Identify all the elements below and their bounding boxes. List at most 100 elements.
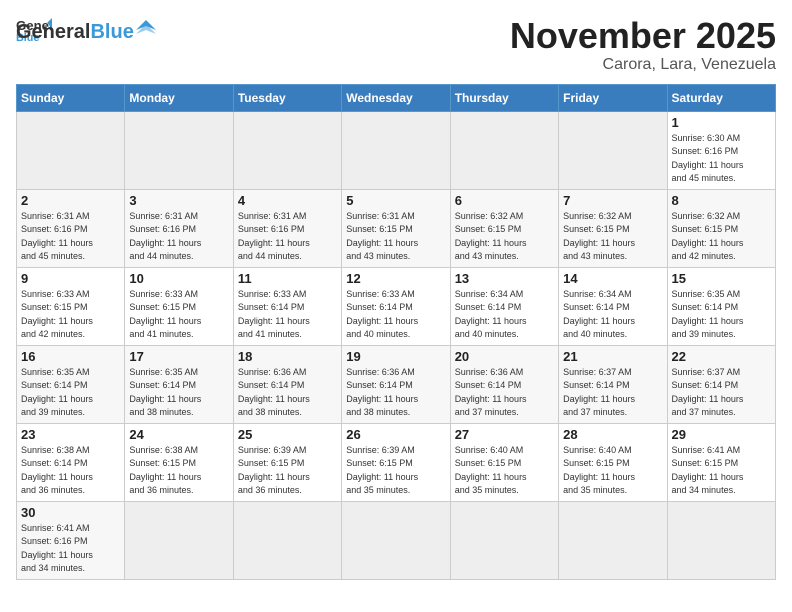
calendar-week-row: 30 Sunrise: 6:41 AM Sunset: 6:16 PM Dayli… [17,501,776,579]
logo-blue: Blue [90,22,133,42]
calendar-day-cell [125,501,233,579]
day-number: 29 [672,427,771,442]
logo-triangle-icon [136,20,156,40]
calendar-day-cell [125,111,233,189]
calendar-day-cell: 27Sunrise: 6:40 AM Sunset: 6:15 PM Dayli… [450,423,558,501]
location-title: Carora, Lara, Venezuela [510,56,776,74]
calendar-day-cell [559,111,667,189]
day-number: 20 [455,349,554,364]
weekday-header-sunday: Sunday [17,84,125,111]
calendar-day-cell [450,111,558,189]
day-number: 28 [563,427,662,442]
day-number: 1 [672,115,771,130]
day-info: Sunrise: 6:38 AM Sunset: 6:15 PM Dayligh… [129,444,228,498]
header: General Blue General Blue November 2025 … [16,16,776,74]
calendar-week-row: 16 Sunrise: 6:35 AM Sunset: 6:14 PM Dayli… [17,345,776,423]
calendar-day-cell [233,111,341,189]
calendar-day-cell: 9Sunrise: 6:33 AM Sunset: 6:15 PM Daylig… [17,267,125,345]
calendar-day-cell: 4 Sunrise: 6:31 AM Sunset: 6:16 PM Daylig… [233,189,341,267]
calendar-header-row: SundayMondayTuesdayWednesdayThursdayFrid… [17,84,776,111]
day-info: Sunrise: 6:31 AM Sunset: 6:16 PM Dayligh… [129,210,228,264]
weekday-header-monday: Monday [125,84,233,111]
day-number: 9 [21,271,120,286]
calendar-week-row: 9 Sunrise: 6:33 AM Sunset: 6:15 PM Daylig… [17,267,776,345]
month-title: November 2025 [510,16,776,56]
day-info: Sunrise: 6:33 AM Sunset: 6:15 PM Dayligh… [129,288,228,342]
calendar-table: SundayMondayTuesdayWednesdayThursdayFrid… [16,84,776,580]
weekday-header-saturday: Saturday [667,84,775,111]
calendar-day-cell: 5Sunrise: 6:31 AM Sunset: 6:15 PM Daylig… [342,189,450,267]
day-number: 15 [672,271,771,286]
day-number: 16 [21,349,120,364]
day-info: Sunrise: 6:37 AM Sunset: 6:14 PM Dayligh… [563,366,662,420]
day-info: Sunrise: 6:36 AM Sunset: 6:14 PM Dayligh… [346,366,445,420]
calendar-day-cell: 2 Sunrise: 6:31 AM Sunset: 6:16 PM Daylig… [17,189,125,267]
day-info: Sunrise: 6:41 AM Sunset: 6:15 PM Dayligh… [672,444,771,498]
calendar-day-cell [342,501,450,579]
day-number: 23 [21,427,120,442]
day-number: 10 [129,271,228,286]
logo-general: General [16,22,90,42]
calendar-day-cell [342,111,450,189]
day-info: Sunrise: 6:31 AM Sunset: 6:15 PM Dayligh… [346,210,445,264]
day-number: 12 [346,271,445,286]
calendar-day-cell: 8 Sunrise: 6:32 AM Sunset: 6:15 PM Daylig… [667,189,775,267]
day-info: Sunrise: 6:39 AM Sunset: 6:15 PM Dayligh… [238,444,337,498]
weekday-header-thursday: Thursday [450,84,558,111]
day-number: 4 [238,193,337,208]
logo: General Blue General Blue [16,16,156,42]
day-number: 27 [455,427,554,442]
day-info: Sunrise: 6:35 AM Sunset: 6:14 PM Dayligh… [129,366,228,420]
calendar-day-cell: 6Sunrise: 6:32 AM Sunset: 6:15 PM Daylig… [450,189,558,267]
day-info: Sunrise: 6:38 AM Sunset: 6:14 PM Dayligh… [21,444,120,498]
day-info: Sunrise: 6:31 AM Sunset: 6:16 PM Dayligh… [21,210,120,264]
weekday-header-wednesday: Wednesday [342,84,450,111]
day-number: 25 [238,427,337,442]
day-info: Sunrise: 6:36 AM Sunset: 6:14 PM Dayligh… [238,366,337,420]
day-number: 22 [672,349,771,364]
calendar-day-cell: 18 Sunrise: 6:36 AM Sunset: 6:14 PM Dayli… [233,345,341,423]
calendar-day-cell: 19 Sunrise: 6:36 AM Sunset: 6:14 PM Dayli… [342,345,450,423]
day-number: 6 [455,193,554,208]
calendar-day-cell: 26Sunrise: 6:39 AM Sunset: 6:15 PM Dayli… [342,423,450,501]
day-number: 18 [238,349,337,364]
day-number: 11 [238,271,337,286]
day-number: 30 [21,505,120,520]
day-info: Sunrise: 6:35 AM Sunset: 6:14 PM Dayligh… [21,366,120,420]
day-info: Sunrise: 6:37 AM Sunset: 6:14 PM Dayligh… [672,366,771,420]
day-number: 8 [672,193,771,208]
calendar-day-cell: 23 Sunrise: 6:38 AM Sunset: 6:14 PM Dayli… [17,423,125,501]
calendar-day-cell [559,501,667,579]
day-number: 21 [563,349,662,364]
calendar-day-cell: 10 Sunrise: 6:33 AM Sunset: 6:15 PM Dayli… [125,267,233,345]
weekday-header-friday: Friday [559,84,667,111]
calendar-week-row: 1Sunrise: 6:30 AM Sunset: 6:16 PM Daylig… [17,111,776,189]
calendar-day-cell: 12 Sunrise: 6:33 AM Sunset: 6:14 PM Dayli… [342,267,450,345]
day-number: 3 [129,193,228,208]
calendar-day-cell: 11Sunrise: 6:33 AM Sunset: 6:14 PM Dayli… [233,267,341,345]
day-info: Sunrise: 6:33 AM Sunset: 6:14 PM Dayligh… [346,288,445,342]
day-number: 26 [346,427,445,442]
day-number: 13 [455,271,554,286]
day-info: Sunrise: 6:31 AM Sunset: 6:16 PM Dayligh… [238,210,337,264]
calendar-day-cell [667,501,775,579]
calendar-day-cell: 13Sunrise: 6:34 AM Sunset: 6:14 PM Dayli… [450,267,558,345]
day-info: Sunrise: 6:32 AM Sunset: 6:15 PM Dayligh… [672,210,771,264]
calendar-day-cell [233,501,341,579]
day-number: 2 [21,193,120,208]
calendar-day-cell: 25 Sunrise: 6:39 AM Sunset: 6:15 PM Dayli… [233,423,341,501]
calendar-day-cell: 24 Sunrise: 6:38 AM Sunset: 6:15 PM Dayli… [125,423,233,501]
title-area: November 2025 Carora, Lara, Venezuela [510,16,776,74]
calendar-day-cell: 3 Sunrise: 6:31 AM Sunset: 6:16 PM Daylig… [125,189,233,267]
day-number: 24 [129,427,228,442]
calendar-day-cell: 1Sunrise: 6:30 AM Sunset: 6:16 PM Daylig… [667,111,775,189]
weekday-header-tuesday: Tuesday [233,84,341,111]
calendar-week-row: 23 Sunrise: 6:38 AM Sunset: 6:14 PM Dayli… [17,423,776,501]
calendar-day-cell: 20Sunrise: 6:36 AM Sunset: 6:14 PM Dayli… [450,345,558,423]
day-info: Sunrise: 6:41 AM Sunset: 6:16 PM Dayligh… [21,522,120,576]
calendar-day-cell [17,111,125,189]
day-info: Sunrise: 6:40 AM Sunset: 6:15 PM Dayligh… [563,444,662,498]
day-number: 19 [346,349,445,364]
calendar-day-cell: 14Sunrise: 6:34 AM Sunset: 6:14 PM Dayli… [559,267,667,345]
calendar-day-cell: 22 Sunrise: 6:37 AM Sunset: 6:14 PM Dayli… [667,345,775,423]
